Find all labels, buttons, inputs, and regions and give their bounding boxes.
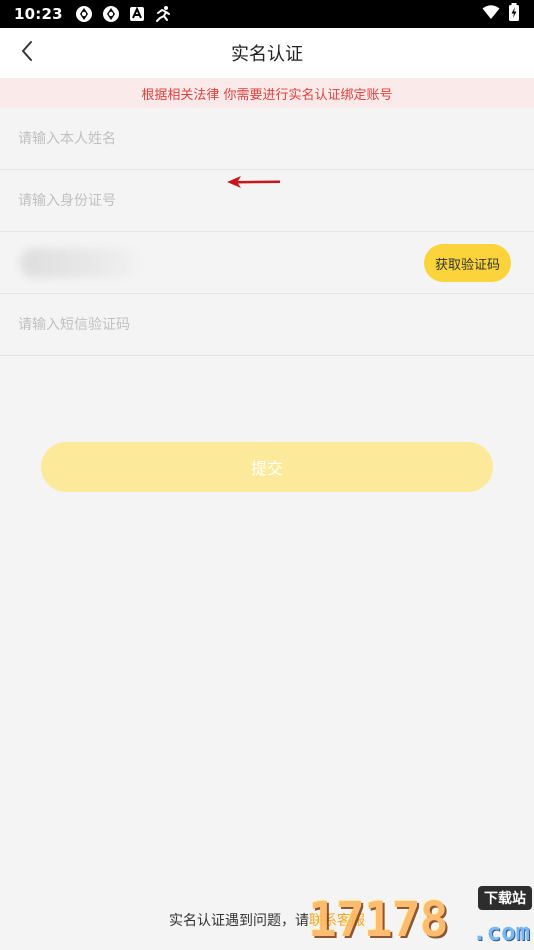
footer-text: 实名认证遇到问题，请 <box>169 913 309 929</box>
battery-charging-icon <box>508 3 520 25</box>
chevron-left-icon <box>20 40 34 66</box>
get-code-button[interactable]: 获取验证码 <box>423 244 511 282</box>
back-button[interactable] <box>10 36 44 70</box>
page-title: 实名认证 <box>231 44 303 65</box>
sms-row <box>0 294 534 356</box>
sync-icon <box>75 5 93 23</box>
wifi-icon <box>482 4 500 24</box>
nav-bar: 实名认证 <box>0 28 534 78</box>
status-time: 10:23 <box>14 5 63 23</box>
status-notification-icons <box>75 5 172 23</box>
status-system-icons <box>482 3 520 25</box>
watermark-logo: 17178 下载站 .com <box>308 886 532 948</box>
id-number-input[interactable] <box>18 185 378 216</box>
notice-banner: 根据相关法律 你需要进行实名认证绑定账号 <box>0 78 534 108</box>
a-badge-icon <box>129 6 145 22</box>
phone-number-field[interactable] <box>20 247 138 278</box>
name-row <box>0 108 534 170</box>
watermark-tag: 下载站 <box>478 886 532 910</box>
status-bar: 10:23 <box>0 0 534 28</box>
verification-form: 获取验证码 <box>0 108 534 358</box>
watermark-number: 17178 <box>308 892 448 948</box>
sms-code-input[interactable] <box>18 309 378 340</box>
name-input[interactable] <box>18 123 378 154</box>
arrow-left-annotation-icon <box>225 174 283 194</box>
phone-row: 获取验证码 <box>0 232 534 294</box>
runner-icon <box>154 5 172 23</box>
sync-icon <box>102 5 120 23</box>
notice-text: 根据相关法律 你需要进行实名认证绑定账号 <box>141 87 393 103</box>
watermark-domain: .com <box>472 918 530 946</box>
submit-button[interactable]: 提交 <box>41 442 493 492</box>
